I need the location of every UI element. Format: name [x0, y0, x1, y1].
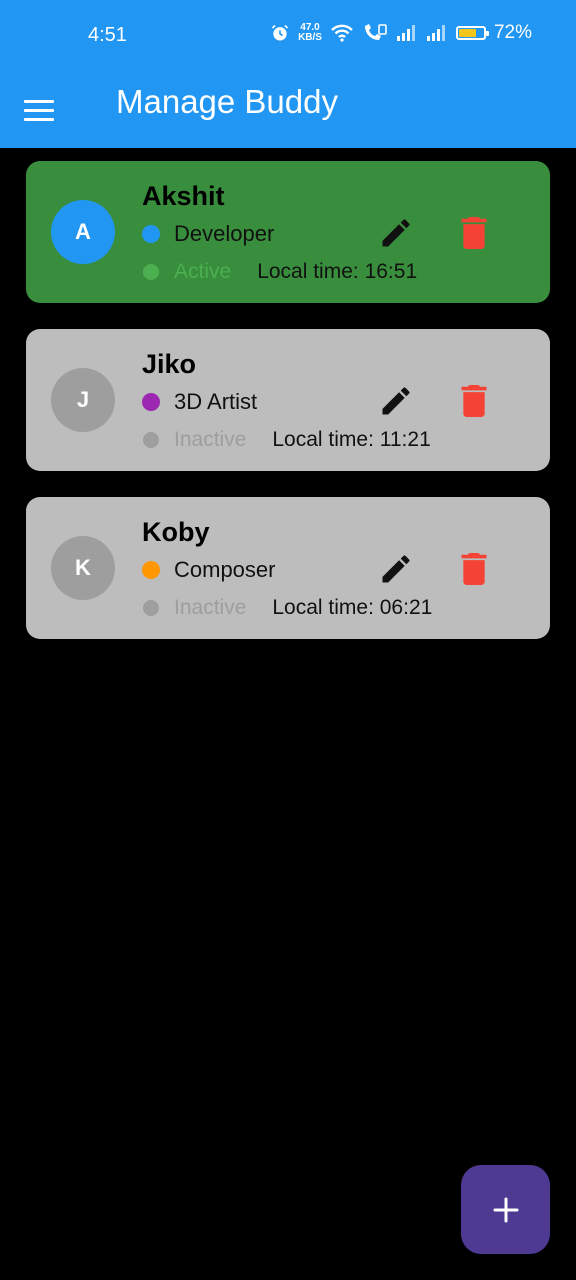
role-color-dot: [142, 561, 160, 579]
status-icons: 47.0 KB/S 72%: [270, 22, 532, 44]
status-dot: [143, 432, 159, 448]
status-time: 4:51: [88, 24, 127, 46]
battery-level-fill: [458, 29, 477, 37]
status-dot: [143, 600, 159, 616]
buddy-role: Composer: [174, 557, 276, 582]
buddy-card[interactable]: A Akshit Developer Active Local time: 16…: [26, 161, 550, 303]
delete-button[interactable]: [458, 383, 490, 419]
wifi-icon: [331, 24, 353, 42]
signal-icon-sim1: [396, 25, 415, 41]
delete-button[interactable]: [458, 551, 490, 587]
avatar: A: [51, 200, 115, 264]
network-speed-unit: KB/S: [298, 32, 322, 43]
menu-icon: [24, 99, 54, 103]
trash-icon: [461, 553, 487, 585]
buddy-name: Koby: [142, 517, 210, 547]
pencil-icon: [382, 555, 410, 583]
menu-button[interactable]: [24, 92, 64, 128]
local-time: Local time: 16:51: [257, 260, 418, 283]
local-time: Local time: 06:21: [272, 596, 433, 619]
role-color-dot: [142, 225, 160, 243]
status-row: Inactive Local time: 11:21: [142, 428, 431, 452]
plus-icon: [493, 1197, 518, 1222]
local-time: Local time: 11:21: [272, 428, 431, 451]
delete-button[interactable]: [458, 215, 490, 251]
volte-call-icon: [364, 24, 387, 40]
battery-icon: [455, 26, 489, 40]
pencil-icon: [382, 387, 410, 415]
page-title: Manage Buddy: [116, 83, 338, 120]
status-text: Inactive: [174, 428, 247, 451]
buddy-name: Akshit: [142, 181, 225, 211]
trash-icon: [461, 385, 487, 417]
add-buddy-button[interactable]: [461, 1165, 550, 1254]
pencil-icon: [382, 219, 410, 247]
battery-percent: 72%: [493, 22, 532, 43]
trash-icon: [461, 217, 487, 249]
edit-button[interactable]: [378, 383, 414, 419]
status-text: Inactive: [174, 596, 247, 619]
role-row: Developer: [142, 221, 274, 247]
avatar: J: [51, 368, 115, 432]
edit-button[interactable]: [378, 551, 414, 587]
status-row: Active Local time: 16:51: [142, 260, 417, 284]
role-color-dot: [142, 393, 160, 411]
avatar: K: [51, 536, 115, 600]
buddy-card[interactable]: K Koby Composer Inactive Local time: 06:…: [26, 497, 550, 639]
role-row: 3D Artist: [142, 389, 257, 415]
status-text: Active: [174, 260, 232, 283]
app-bar: Manage Buddy: [0, 72, 576, 148]
buddy-role: 3D Artist: [174, 389, 258, 414]
status-row: Inactive Local time: 06:21: [142, 596, 432, 620]
status-bar: 4:51 47.0 KB/S 72%: [0, 0, 576, 72]
role-row: Composer: [142, 557, 275, 583]
buddy-role: Developer: [174, 221, 275, 246]
edit-button[interactable]: [378, 215, 414, 251]
buddy-card[interactable]: J Jiko 3D Artist Inactive Local time: 11…: [26, 329, 550, 471]
signal-icon-sim2: [426, 25, 445, 41]
status-dot: [143, 264, 159, 280]
buddy-name: Jiko: [142, 349, 197, 379]
network-speed: 47.0 KB/S: [298, 23, 322, 43]
alarm-icon: [271, 24, 289, 41]
